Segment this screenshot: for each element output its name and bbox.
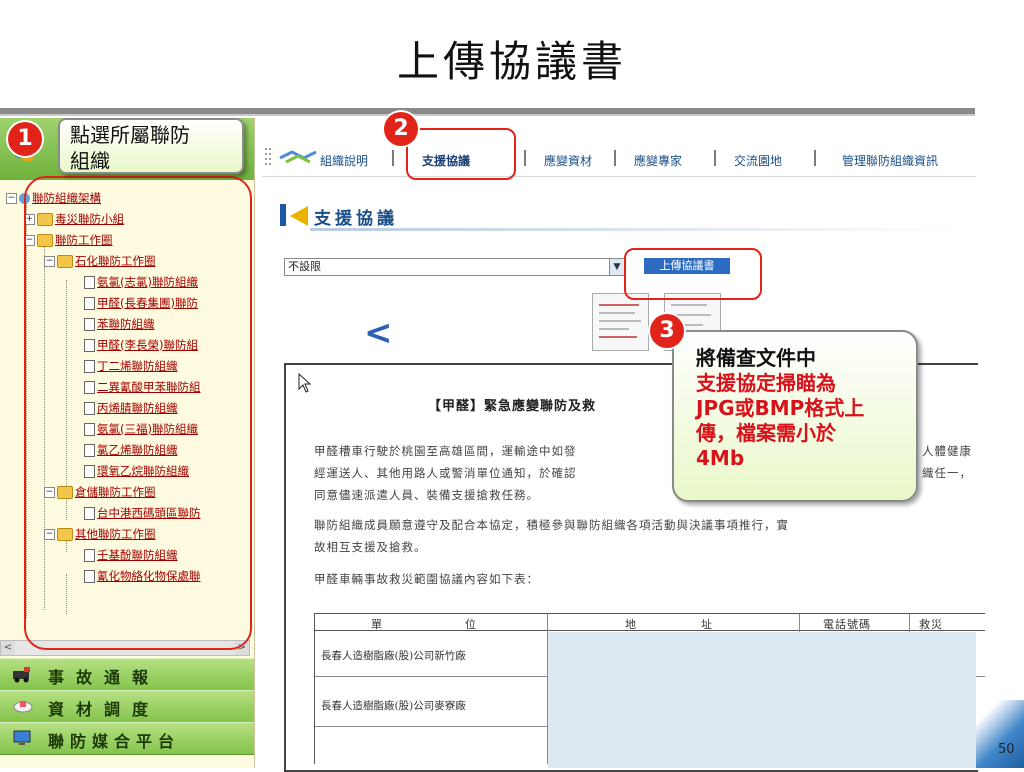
section-title: 支援協議 <box>314 209 398 229</box>
step-badge-1: 1 <box>8 122 42 156</box>
document-paragraph: 經運送人、其他用路人或警消單位通知，於確認 <box>314 466 577 480</box>
tab-manage-org[interactable]: 管理聯防組織資訊 <box>842 152 938 169</box>
handshake-icon <box>279 150 317 164</box>
document-title: 【甲醛】緊急應變聯防及救 <box>428 399 597 414</box>
tab-org-info[interactable]: 組織說明 <box>320 152 368 169</box>
document-paragraph: 甲醛槽車行駛於桃園至高雄區間，運輸途中如發 <box>314 444 577 458</box>
accident-report-button[interactable]: 事故通報 <box>0 658 254 691</box>
page-number: 50 <box>998 742 1015 757</box>
document-thumbnail[interactable] <box>592 293 649 351</box>
document-paragraph: 織任一， <box>922 466 972 480</box>
title-divider <box>0 108 975 116</box>
chevron-down-icon[interactable]: ▼ <box>609 259 624 275</box>
tab-experts[interactable]: 應變專家 <box>634 152 682 169</box>
monitor-icon <box>13 730 31 745</box>
document-paragraph: 聯防組織成員願意遵守及配合本協定，積極參與聯防組織各項活動與決議事項推行，實 <box>314 518 789 532</box>
fire-truck-icon <box>13 667 30 683</box>
step-badge-2: 2 <box>384 112 418 146</box>
top-nav: 組織說明 支援協議 應變資材 應變專家 交流園地 管理聯防組織資訊 <box>262 140 976 177</box>
mouse-cursor-icon <box>298 373 312 393</box>
grip-icon <box>265 148 271 165</box>
callout-select-org: 點選所屬聯防 組織 <box>58 118 244 174</box>
collapse-icon[interactable]: − <box>6 193 17 204</box>
document-paragraph: 甲醛車輛事故救災範圍協議內容如下表： <box>314 572 539 586</box>
section-arrow-icon <box>290 206 308 226</box>
highlight-org-tree <box>24 176 252 650</box>
document-paragraph: 同意儘速派遣人員、裝備支援搶救任務。 <box>314 488 539 502</box>
table-cell: 長春人造樹脂廠(股)公司麥寮廠 <box>321 700 466 712</box>
slide-title: 上傳協議書 <box>396 37 627 86</box>
tab-resources[interactable]: 應變資材 <box>544 152 592 169</box>
highlight-support-tab <box>406 128 516 180</box>
document-paragraph: 故相互支援及搶救。 <box>314 540 427 554</box>
section-header: 支援協議 <box>280 198 970 231</box>
step-badge-3: 3 <box>650 314 684 348</box>
scroll-left-icon[interactable]: < <box>1 641 15 655</box>
slide-corner-decoration <box>976 700 1024 768</box>
supplies-icon <box>13 701 33 713</box>
table-cell: 長春人造樹脂廠(股)公司新竹廠 <box>321 650 466 662</box>
previous-arrow-icon[interactable]: < <box>364 313 393 353</box>
blank-overlay <box>548 632 976 768</box>
tab-forum[interactable]: 交流園地 <box>734 152 782 169</box>
document-paragraph: 人體健康 <box>922 444 972 458</box>
org-filter-select[interactable]: 不設限 ▼ <box>284 258 625 276</box>
callout-upload-instructions: 將備查文件中 支援協定掃瞄為 JPG或BMP格式上 傳，檔案需小於 4Mb <box>672 330 918 502</box>
resource-dispatch-button[interactable]: 資材調度 <box>0 690 254 723</box>
highlight-upload-button <box>624 248 762 300</box>
media-platform-button[interactable]: 聯防媒合平台 <box>0 722 254 755</box>
